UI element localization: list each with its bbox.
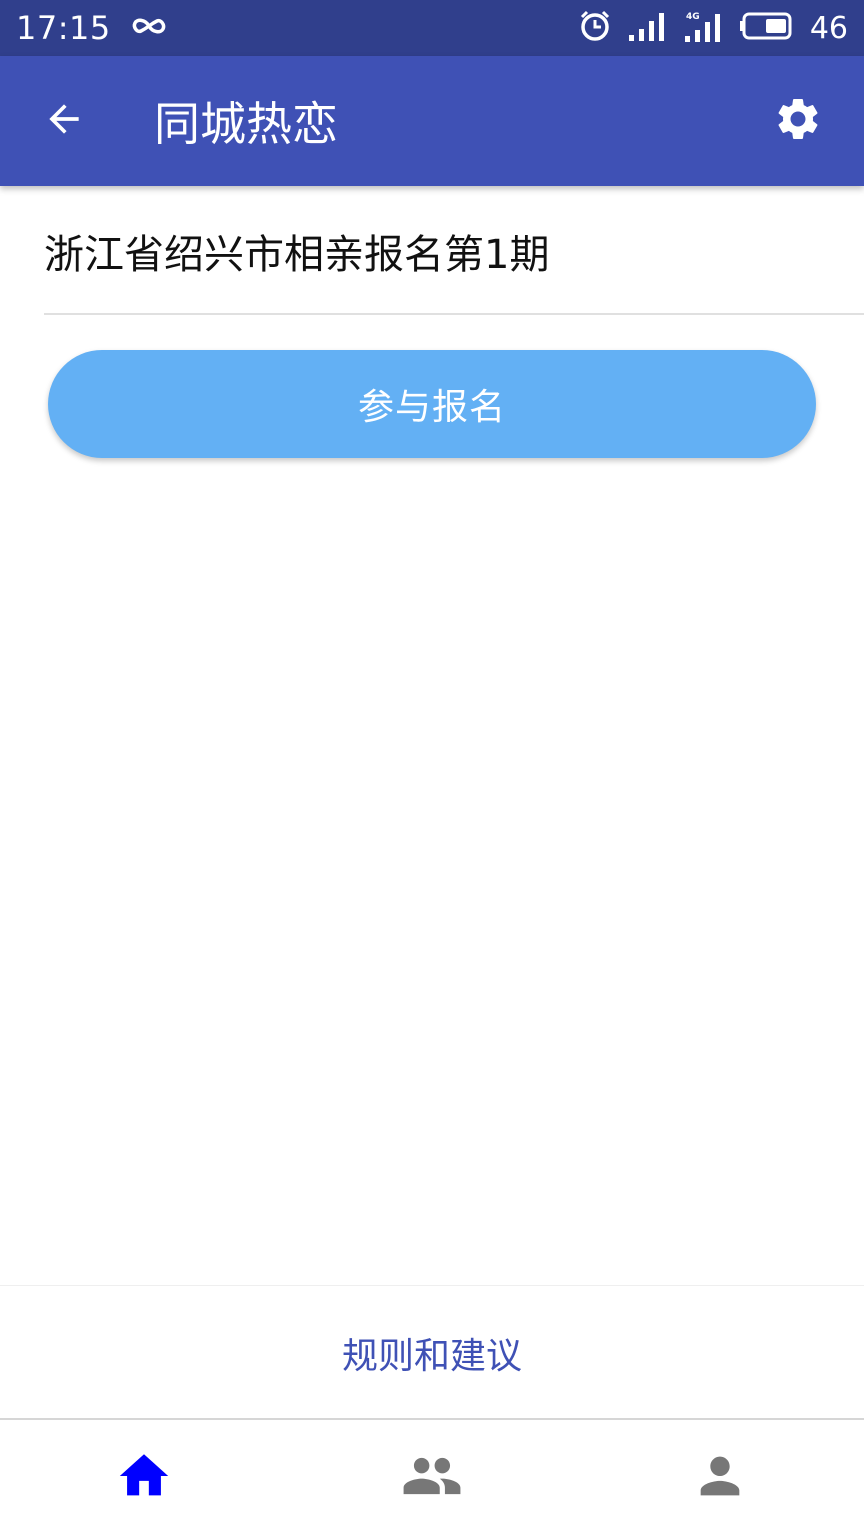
svg-text:4G: 4G bbox=[686, 12, 700, 22]
arrow-back-icon bbox=[42, 97, 86, 145]
page-title: 同城热恋 bbox=[154, 97, 338, 151]
home-icon bbox=[115, 1447, 173, 1509]
bottom-nav bbox=[0, 1418, 864, 1536]
battery-level: 46 bbox=[809, 10, 848, 46]
back-button[interactable] bbox=[30, 87, 98, 155]
status-left: 17:15 bbox=[16, 9, 169, 47]
rules-area: 规则和建议 bbox=[0, 1285, 864, 1419]
person-icon bbox=[691, 1447, 749, 1509]
event-title: 浙江省绍兴市相亲报名第1期 bbox=[44, 232, 550, 278]
settings-button[interactable] bbox=[764, 87, 832, 155]
rules-link[interactable]: 规则和建议 bbox=[342, 1327, 522, 1379]
signal-icon bbox=[628, 11, 668, 45]
divider bbox=[44, 313, 864, 315]
gear-icon bbox=[773, 94, 823, 148]
status-right: 4G 46 bbox=[578, 9, 848, 47]
alarm-icon bbox=[578, 9, 612, 47]
signup-button[interactable]: 参与报名 bbox=[48, 350, 816, 458]
screen: 17:15 4G 46 同城热恋 浙江省绍兴市相亲报名第1期 参与报名 规则和建… bbox=[0, 0, 864, 1536]
nav-item-profile[interactable] bbox=[576, 1420, 864, 1536]
status-bar: 17:15 4G 46 bbox=[0, 0, 864, 56]
nav-item-home[interactable] bbox=[0, 1420, 288, 1536]
nav-item-group[interactable] bbox=[288, 1420, 576, 1536]
status-time: 17:15 bbox=[16, 9, 111, 47]
app-bar: 同城热恋 bbox=[0, 56, 864, 186]
infinity-icon bbox=[129, 15, 169, 41]
signal-4g-icon: 4G bbox=[684, 10, 724, 46]
battery-icon bbox=[739, 12, 794, 44]
group-icon bbox=[401, 1445, 463, 1511]
